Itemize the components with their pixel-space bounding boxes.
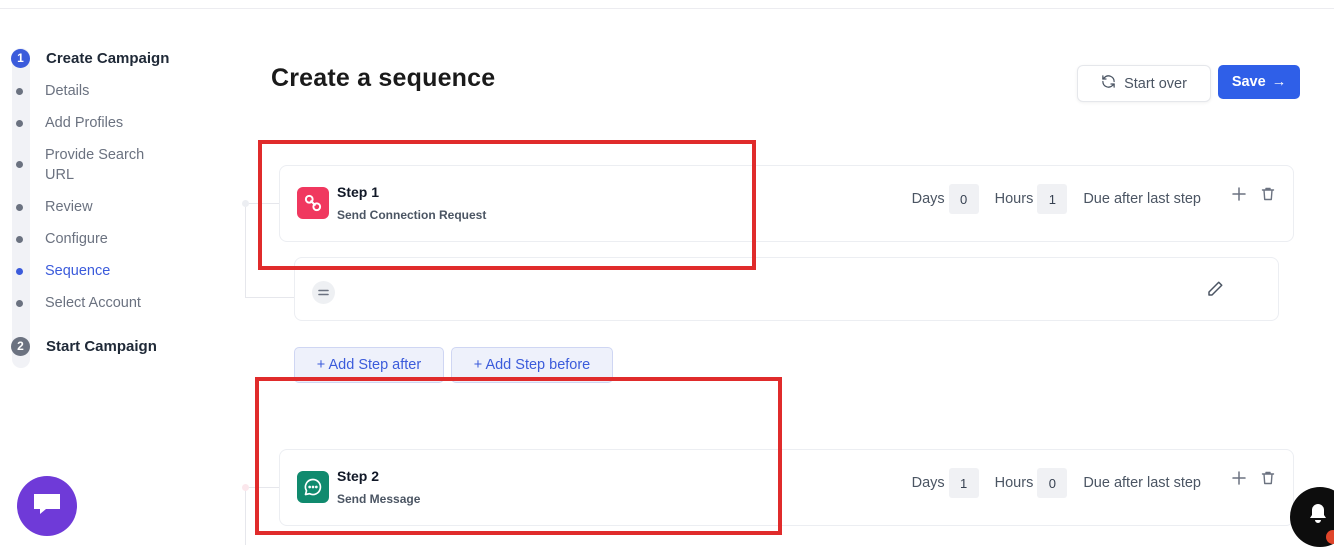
hours-label: Hours <box>994 475 1034 491</box>
arrow-right-icon: → <box>1271 74 1287 90</box>
step-number-1: 1 <box>11 49 30 68</box>
connector-line <box>245 297 294 298</box>
equals-icon <box>312 281 335 304</box>
top-divider <box>0 8 1334 9</box>
hours-label: Hours <box>994 191 1034 207</box>
stepper-dot <box>16 120 23 127</box>
days-input[interactable]: 1 <box>948 468 979 498</box>
step-condition-row[interactable] <box>294 257 1279 321</box>
pencil-icon[interactable] <box>1206 280 1224 298</box>
notification-badge <box>1326 530 1334 544</box>
connector-line <box>245 487 279 488</box>
stepper-item-select-account[interactable]: Select Account <box>45 293 141 313</box>
step-title: Step 1 <box>337 184 380 200</box>
chat-widget-button[interactable] <box>17 476 77 536</box>
refresh-icon <box>1101 74 1116 93</box>
step-timing: Days 0 Hours 1 Due after last step <box>912 184 1201 214</box>
stepper-item-review[interactable]: Review <box>45 197 93 217</box>
hours-input[interactable]: 1 <box>1037 184 1068 214</box>
step-title: Step 2 <box>337 468 380 484</box>
save-label: Save <box>1231 74 1266 90</box>
plus-icon[interactable] <box>1231 470 1247 486</box>
days-input[interactable]: 0 <box>948 184 979 214</box>
stepper-dot <box>16 204 23 211</box>
add-step-after-button[interactable]: + Add Step after <box>294 347 444 383</box>
add-step-before-button[interactable]: + Add Step before <box>451 347 613 383</box>
start-over-button[interactable]: Start over <box>1077 65 1211 102</box>
step-subtitle: Send Connection Request <box>337 208 487 222</box>
stepper-dot <box>16 161 23 168</box>
trash-icon[interactable] <box>1260 470 1276 486</box>
stepper-item-add-profiles[interactable]: Add Profiles <box>45 113 123 133</box>
link-icon <box>297 187 329 219</box>
stepper-item-details[interactable]: Details <box>45 81 89 101</box>
stepper-heading-start-campaign[interactable]: Start Campaign <box>46 338 157 355</box>
connector-dot <box>242 200 249 207</box>
stepper-dot <box>16 300 23 307</box>
due-label: Due after last step <box>1083 191 1201 207</box>
connector-line <box>245 203 246 297</box>
stepper-dot <box>16 88 23 95</box>
page-title: Create a sequence <box>271 64 496 92</box>
stepper-heading-create-campaign[interactable]: Create Campaign <box>46 50 169 67</box>
step-card-2[interactable]: Step 2 Send Message Days 1 Hours 0 Due a… <box>279 449 1294 526</box>
start-over-label: Start over <box>1124 75 1187 92</box>
hours-input[interactable]: 0 <box>1037 468 1068 498</box>
save-button[interactable]: Save → <box>1218 65 1300 99</box>
plus-icon[interactable] <box>1231 186 1247 202</box>
stepper-dot <box>16 236 23 243</box>
stepper-dot-active <box>16 268 23 275</box>
stepper-item-provide-search-url[interactable]: Provide Search URL <box>45 145 175 185</box>
bell-icon <box>1308 503 1328 530</box>
connector-line <box>245 203 279 204</box>
chat-bubble-icon <box>32 491 62 522</box>
stepper-item-configure[interactable]: Configure <box>45 229 108 249</box>
days-label: Days <box>911 475 945 491</box>
step-number-2: 2 <box>11 337 30 356</box>
step-subtitle: Send Message <box>337 492 421 506</box>
due-label: Due after last step <box>1083 475 1201 491</box>
connector-line <box>245 487 246 545</box>
step-card-1[interactable]: Step 1 Send Connection Request Days 0 Ho… <box>279 165 1294 242</box>
message-icon <box>297 471 329 503</box>
days-label: Days <box>911 191 945 207</box>
step-timing: Days 1 Hours 0 Due after last step <box>912 468 1201 498</box>
trash-icon[interactable] <box>1260 186 1276 202</box>
stepper-item-sequence[interactable]: Sequence <box>45 261 110 281</box>
connector-dot <box>242 484 249 491</box>
